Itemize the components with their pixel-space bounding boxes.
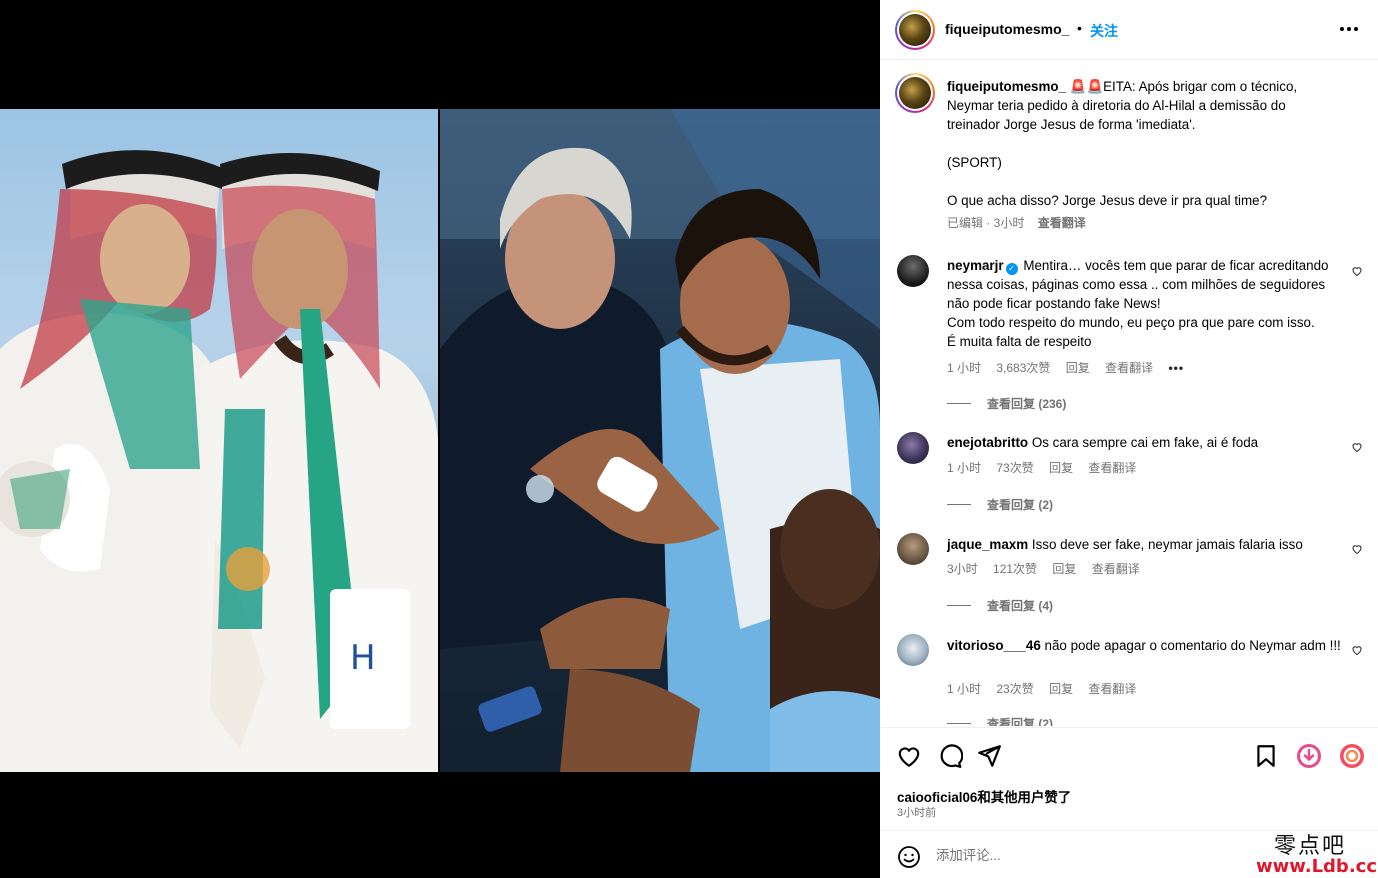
comment-like-heart-icon[interactable] (1351, 441, 1363, 453)
follow-button[interactable]: 关注 (1090, 21, 1118, 41)
heart-icon[interactable] (896, 743, 922, 769)
comment-reply-button[interactable]: 回复 (1052, 562, 1076, 576)
post-time: 3小时前 (897, 807, 937, 819)
comment-item: neymarjr ✓ Mentira… vocês tem que parar d… (947, 256, 1347, 351)
svg-text:H: H (350, 638, 376, 678)
comment-time: 1 小时 (947, 361, 982, 375)
caption-text: 🚨🚨EITA: Após brigar com o técnico, Neyma… (947, 79, 1298, 208)
post-viewer: H fiqueiputomesmo_ • 关注 fiqueiputomesmo_… (0, 0, 1378, 878)
caption-time: 已编辑 · 3小时 (947, 216, 1025, 230)
caption-translate-link[interactable]: 查看翻译 (1038, 216, 1086, 230)
comment-like-heart-icon[interactable] (1351, 265, 1363, 277)
comment-reply-button[interactable]: 回复 (1066, 361, 1090, 375)
comment-time: 1 小时 (947, 682, 982, 696)
share-icon[interactable] (976, 743, 1002, 769)
view-replies-button[interactable]: 查看回复 (236) (947, 395, 1066, 412)
site-watermark: 零点吧 www.Ldb.cc (1256, 828, 1377, 878)
post-header: fiqueiputomesmo_ • 关注 (880, 0, 1378, 60)
comment-input[interactable] (936, 844, 1236, 866)
comment-username[interactable]: jaque_maxm (947, 537, 1028, 552)
verified-icon: ✓ (1005, 263, 1018, 275)
comment-like-heart-icon[interactable] (1351, 543, 1363, 555)
view-replies-label: 查看回复 (2) (987, 717, 1054, 726)
post-caption: fiqueiputomesmo_ 🚨🚨EITA: Após brigar com… (947, 77, 1327, 233)
comment-time: 3小时 (947, 562, 978, 576)
comment-likes[interactable]: 121次赞 (993, 562, 1037, 576)
view-replies-label: 查看回复 (2) (987, 498, 1054, 512)
caption-meta: 已编辑 · 3小时 查看翻译 (947, 214, 1327, 233)
comment-username[interactable]: vitorioso___46 (947, 638, 1041, 653)
post-actions-bar (880, 727, 1378, 785)
comment-likes[interactable]: 3,683次赞 (996, 361, 1050, 375)
view-replies-button[interactable]: 查看回复 (2) (947, 715, 1053, 726)
watermark-url-text: www.Ldb.cc (1256, 856, 1377, 877)
post-media[interactable]: H (0, 0, 880, 878)
comment-translate-link[interactable]: 查看翻译 (1088, 461, 1136, 475)
comment-icon[interactable] (937, 743, 963, 769)
comment-translate-link[interactable]: 查看翻译 (1105, 361, 1153, 375)
comment-reply-button[interactable]: 回复 (1049, 682, 1073, 696)
author-avatar[interactable] (899, 14, 931, 46)
bookmark-icon[interactable] (1253, 743, 1279, 769)
comment-more-icon[interactable]: ••• (1168, 361, 1184, 375)
comment-meta: 1 小时 3,683次赞 回复 查看翻译 ••• (947, 359, 1196, 376)
comment-time: 1 小时 (947, 461, 982, 475)
comment-like-heart-icon[interactable] (1351, 644, 1363, 656)
liked-by-text[interactable]: caiooficial06和其他用户赞了 (897, 786, 1071, 806)
comment-item: enejotabritto Os cara sempre cai em fake… (947, 433, 1347, 452)
comments-scroll-area[interactable]: fiqueiputomesmo_ 🚨🚨EITA: Após brigar com… (880, 61, 1378, 726)
comment-item: vitorioso___46 não pode apagar o comenta… (947, 636, 1347, 655)
comment-text: não pode apagar o comentario do Neymar a… (1044, 638, 1341, 653)
comment-text: Isso deve ser fake, neymar jamais falari… (1031, 537, 1303, 552)
view-replies-button[interactable]: 查看回复 (2) (947, 496, 1053, 513)
comment-avatar[interactable] (897, 634, 929, 666)
comment-avatar[interactable] (897, 255, 929, 287)
comment-reply-button[interactable]: 回复 (1049, 461, 1073, 475)
header-separator: • (1077, 20, 1082, 36)
photo-right-image (440, 109, 880, 772)
download-icon[interactable] (1296, 743, 1322, 769)
view-replies-label: 查看回复 (4) (987, 599, 1054, 613)
reels-icon[interactable] (1339, 743, 1365, 769)
comment-meta: 1 小时 23次赞 回复 查看翻译 (947, 680, 1148, 697)
comment-likes[interactable]: 23次赞 (996, 682, 1033, 696)
comment-avatar[interactable] (897, 432, 929, 464)
comment-username[interactable]: neymarjr (947, 258, 1004, 273)
comment-avatar[interactable] (897, 533, 929, 565)
author-username[interactable]: fiqueiputomesmo_ (945, 21, 1069, 37)
comment-text: Mentira… vocês tem que parar de ficar ac… (947, 258, 1329, 349)
comment-item: jaque_maxm Isso deve ser fake, neymar ja… (947, 535, 1347, 554)
post-panel: fiqueiputomesmo_ • 关注 fiqueiputomesmo_ 🚨… (880, 0, 1378, 878)
photo-left-image: H (0, 109, 438, 772)
view-replies-label: 查看回复 (236) (987, 397, 1067, 411)
comment-meta: 3小时 121次赞 回复 查看翻译 (947, 560, 1152, 577)
emoji-icon[interactable] (897, 845, 921, 869)
comment-username[interactable]: enejotabritto (947, 435, 1028, 450)
comment-meta: 1 小时 73次赞 回复 查看翻译 (947, 459, 1148, 476)
comment-translate-link[interactable]: 查看翻译 (1092, 562, 1140, 576)
view-replies-button[interactable]: 查看回复 (4) (947, 597, 1053, 614)
comment-likes[interactable]: 73次赞 (996, 461, 1033, 475)
comment-translate-link[interactable]: 查看翻译 (1088, 682, 1136, 696)
caption-username[interactable]: fiqueiputomesmo_ (947, 79, 1066, 94)
more-options-icon[interactable] (1338, 18, 1360, 40)
caption-avatar[interactable] (899, 77, 931, 109)
comment-text: Os cara sempre cai em fake, ai é foda (1031, 435, 1259, 450)
